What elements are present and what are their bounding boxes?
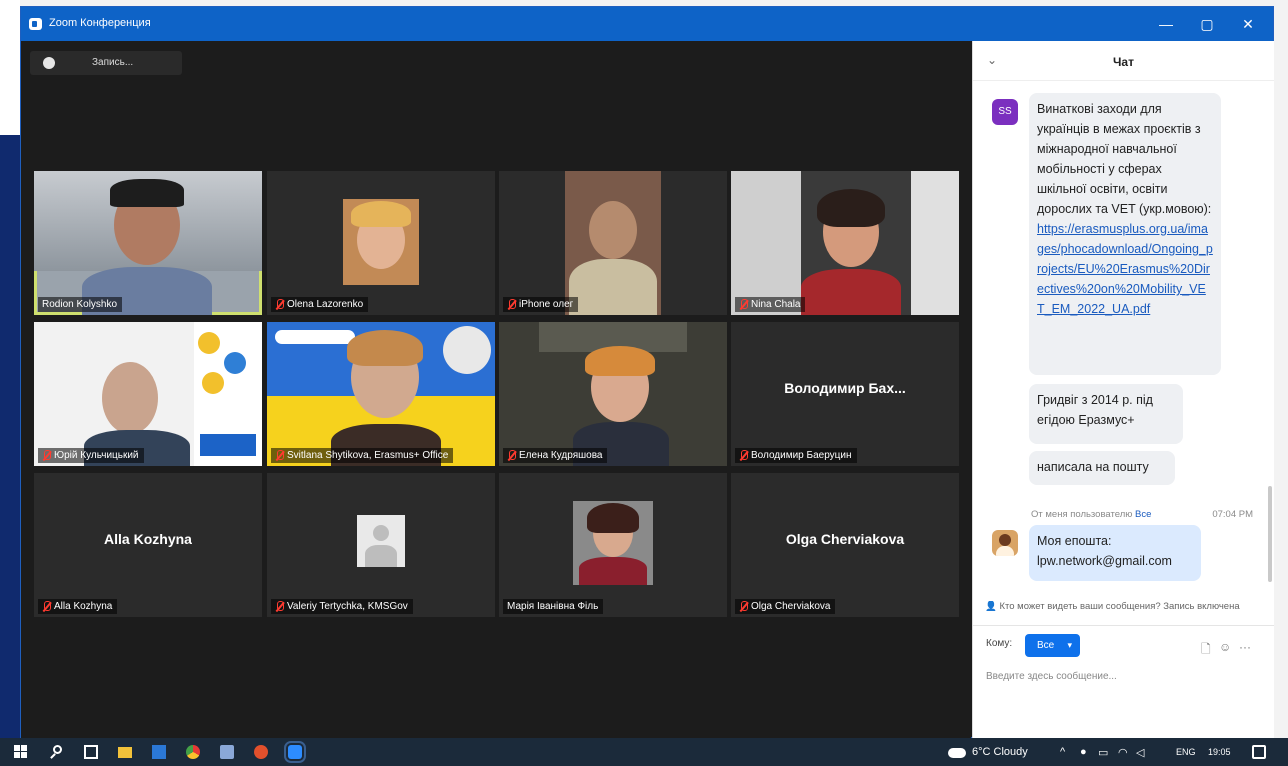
chat-message-link[interactable]: https://erasmusplus.org.ua/images/phocad… [1037,222,1213,316]
participant-tile[interactable]: Valeriy Tertychka, KMSGov [267,473,495,617]
maximize-button[interactable]: ▢ [1192,13,1222,35]
cloud-icon[interactable] [948,748,966,758]
title-bar: Zoom Конференция — ▢ ✕ [21,7,1273,41]
clock[interactable]: 19:05 [1208,747,1231,757]
participant-tile[interactable]: Юрій Кульчицький [34,322,262,466]
record-label: Запись... [92,57,134,68]
participant-display-name: Володимир Бах... [784,380,906,396]
participant-tile[interactable]: Olga Cherviakova Olga Cherviakova [731,473,959,617]
participant-name: Olena Lazorenko [271,297,369,312]
participant-tile[interactable]: Елена Кудряшова [499,322,727,466]
volume-icon[interactable]: ◁ [1136,746,1144,759]
zoom-logo-icon [29,18,42,30]
people-icon: 👤 [985,601,997,612]
participant-display-name: Olga Cherviakova [785,531,905,547]
outlook-icon[interactable] [152,745,166,759]
to-label: Кому: [986,638,1013,649]
chevron-down-icon: ▾ [1067,640,1072,650]
participant-tile[interactable]: Nina Chala [731,171,959,315]
desktop-background [0,0,20,738]
muted-mic-icon [739,450,748,461]
chat-panel: ⌄ Чат SS Винаткові заходи для українців … [972,41,1274,738]
visibility-note[interactable]: 👤 Кто может видеть ваши сообщения? Запис… [985,601,1275,612]
muted-mic-icon [739,299,748,310]
muted-mic-icon [42,601,51,612]
chat-message: Гридвіг з 2014 р. під егідою Еразмус+ [1029,384,1183,444]
participant-name: Valeriy Tertychka, KMSGov [271,599,413,614]
participant-tile[interactable]: Rodion Kolyshko [34,171,262,315]
file-explorer-icon[interactable] [118,747,132,758]
zoom-taskbar-icon[interactable] [284,741,306,763]
muted-mic-icon [275,299,284,310]
wifi-icon[interactable]: ◠ [1118,746,1128,759]
meta-time: 07:04 PM [1212,509,1253,520]
cloud-record-icon [43,57,55,69]
muted-mic-icon [739,601,748,612]
participant-tile[interactable]: iPhone олег [499,171,727,315]
participant-tile[interactable]: Володимир Бах... Володимир Баеруцин [731,322,959,466]
chat-scrollbar[interactable] [1268,486,1272,582]
participant-tile[interactable]: Alla Kozhyna Alla Kozhyna [34,473,262,617]
more-icon[interactable]: ··· [1239,640,1251,654]
chat-message: написала на пошту [1029,451,1175,485]
meta-recipient[interactable]: Все [1135,509,1151,520]
avatar [992,530,1018,556]
avatar-placeholder-icon [357,515,405,567]
search-icon[interactable] [50,745,64,759]
file-icon[interactable]: 🗋 [1201,640,1211,661]
language-indicator[interactable]: ENG [1176,747,1196,757]
record-button[interactable]: Запись... [30,51,182,75]
participant-name: Юрій Кульчицький [38,448,144,463]
recipient-dropdown[interactable]: Все ▾ [1025,634,1080,657]
message-input[interactable]: Введите здесь сообщение... [986,671,1117,682]
close-button[interactable]: ✕ [1233,13,1263,35]
participant-name: Марія Іванівна Філь [503,599,604,614]
weather-text[interactable]: 6°C Cloudy [972,746,1028,758]
app-icon[interactable] [220,745,234,759]
window-title: Zoom Конференция [49,17,151,29]
chrome-icon[interactable] [186,745,200,759]
minimize-button[interactable]: — [1151,13,1181,35]
muted-mic-icon [507,450,516,461]
participant-name: iPhone олег [503,297,579,312]
chat-title: Чат [1113,55,1134,69]
participant-name: Nina Chala [735,297,806,312]
participant-name: Olga Cherviakova [735,599,836,614]
participant-tile[interactable]: Марія Іванівна Філь [499,473,727,617]
message-meta: От меня пользователю Все 07:04 PM [1031,509,1261,520]
chevron-up-icon[interactable]: ^ [1060,746,1065,758]
video-gallery: Запись... Rodion Kolyshko Olena Lazorenk… [21,41,971,738]
meta-from: От меня пользователю [1031,509,1133,520]
participant-name: Володимир Баеруцин [735,448,857,463]
task-view-icon[interactable] [84,745,98,759]
chat-header: ⌄ Чат [973,41,1274,81]
participant-name: Rodion Kolyshko [38,297,123,312]
chat-message: Моя епошта: lpw.network@gmail.com [1029,525,1201,581]
avatar: SS [992,99,1018,125]
taskbar: 6°C Cloudy ^ ● ▭ ◠ ◁ ENG 19:05 [0,738,1288,766]
zoom-window: Zoom Конференция — ▢ ✕ Запись... Rodion … [20,6,1274,738]
participant-name: Елена Кудряшова [503,448,608,463]
muted-mic-icon [275,601,284,612]
microphone-icon[interactable]: ● [1080,746,1087,758]
participant-tile[interactable]: Olena Lazorenko [267,171,495,315]
participant-display-name: Alla Kozhyna [104,531,192,547]
browser-icon[interactable] [254,745,268,759]
notifications-icon[interactable] [1252,745,1266,759]
desktop-screen: Zoom Конференция — ▢ ✕ Запись... Rodion … [0,0,1288,766]
participant-name: Svitlana Shytikova, Erasmus+ Office [271,448,454,463]
muted-mic-icon [42,450,51,461]
participant-name: Alla Kozhyna [38,599,118,614]
muted-mic-icon [275,450,284,461]
participant-tile[interactable]: Svitlana Shytikova, Erasmus+ Office [267,322,495,466]
chat-message-text: Винаткові заходи для українців в межах п… [1037,102,1212,216]
chat-message: Винаткові заходи для українців в межах п… [1029,93,1221,375]
muted-mic-icon [507,299,516,310]
windows-start-icon[interactable] [14,745,28,759]
battery-icon[interactable]: ▭ [1098,746,1108,759]
emoji-icon[interactable]: ☺ [1219,640,1231,654]
divider [973,625,1274,626]
